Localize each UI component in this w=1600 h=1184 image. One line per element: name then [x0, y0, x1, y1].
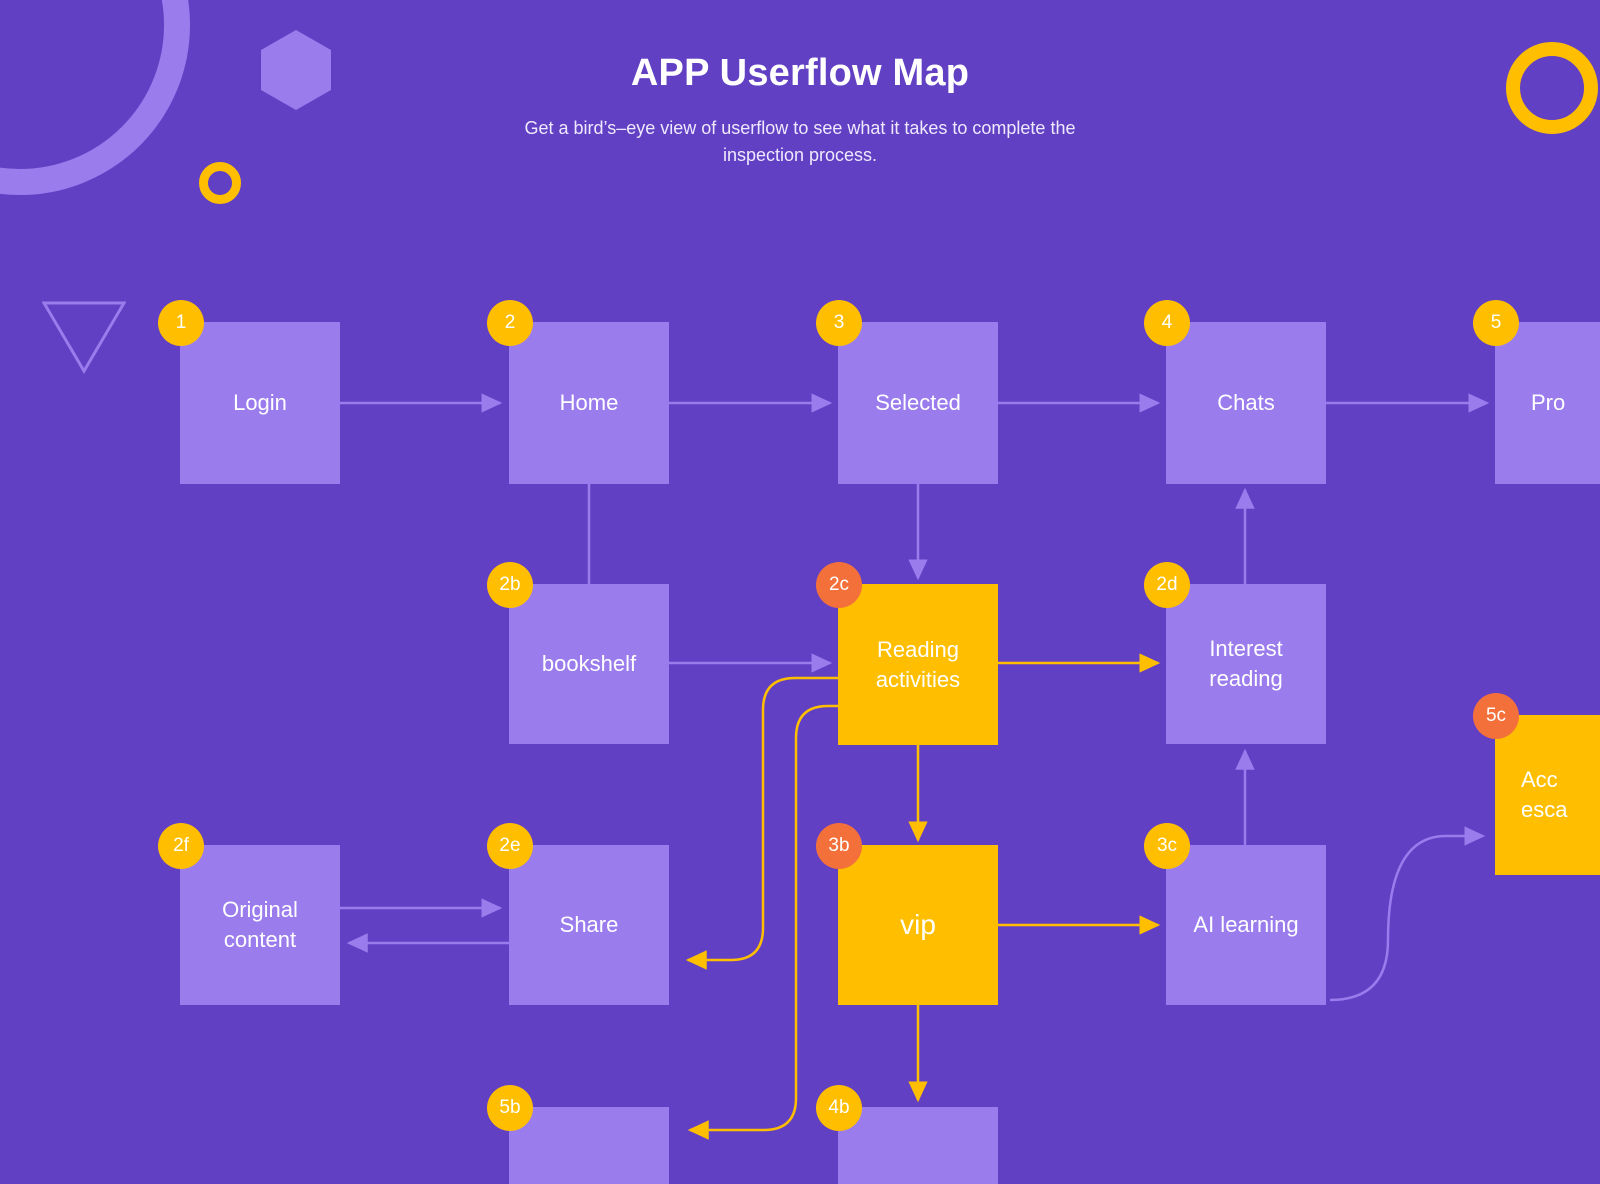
node-reading-label-line1: Reading — [877, 636, 959, 662]
node-account-label-line2: esca — [1521, 797, 1568, 822]
link-ailearning-account — [1329, 826, 1486, 1002]
badge-interest-reading[interactable]: 2d — [1144, 562, 1190, 608]
node-selected-label: Selected — [875, 390, 961, 416]
badge-bottom-mid[interactable]: 4b — [816, 1085, 862, 1131]
node-bottom-mid[interactable] — [838, 1107, 998, 1184]
node-bookshelf[interactable]: bookshelf — [509, 584, 669, 744]
node-chats-label: Chats — [1217, 390, 1275, 416]
badge-bookshelf[interactable]: 2b — [487, 562, 533, 608]
node-login-label: Login — [233, 390, 287, 416]
node-vip-label: vip — [900, 909, 936, 941]
connector-layer — [340, 393, 1490, 1140]
node-original-label-line2: content — [223, 927, 297, 952]
node-profile-label: Pro — [1531, 390, 1566, 416]
badge-ai-learning[interactable]: 3c — [1144, 823, 1190, 869]
node-share[interactable]: Share — [509, 845, 669, 1005]
node-home-label: Home — [559, 390, 619, 416]
node-bookshelf-label: bookshelf — [541, 651, 637, 677]
node-ai-learning[interactable]: AI learning — [1166, 845, 1326, 1005]
badge-account-escalation[interactable]: 5c — [1473, 693, 1519, 739]
badge-original-content[interactable]: 2f — [158, 823, 204, 869]
node-interest-reading[interactable]: Interest reading — [1166, 584, 1326, 744]
node-home[interactable]: Home — [509, 322, 669, 484]
node-interest-label-line2: reading — [1209, 666, 1283, 691]
node-original-label-line1: Original — [222, 897, 298, 923]
badge-bottom-left[interactable]: 5b — [487, 1085, 533, 1131]
node-reading-activities[interactable]: Reading activities — [838, 584, 998, 745]
node-bottom-left[interactable] — [509, 1107, 669, 1184]
node-chats[interactable]: Chats — [1166, 322, 1326, 484]
badge-login[interactable]: 1 — [158, 300, 204, 346]
badge-selected[interactable]: 3 — [816, 300, 862, 346]
node-account-escalation[interactable]: Acc esca — [1495, 715, 1600, 875]
badge-chats[interactable]: 4 — [1144, 300, 1190, 346]
userflow-map-canvas: APP Userflow Map Get a bird’s–eye view o… — [0, 0, 1600, 1184]
badge-share[interactable]: 2e — [487, 823, 533, 869]
node-selected[interactable]: Selected — [838, 322, 998, 484]
node-login[interactable]: Login — [180, 322, 340, 484]
node-profile[interactable]: Pro — [1495, 322, 1600, 484]
node-ailearning-label: AI learning — [1193, 912, 1299, 938]
badge-home[interactable]: 2 — [487, 300, 533, 346]
node-vip[interactable]: vip — [838, 845, 998, 1005]
node-reading-label-line2: activities — [875, 666, 961, 692]
node-share-label: Share — [559, 912, 619, 938]
badge-reading-activities[interactable]: 2c — [816, 562, 862, 608]
node-account-label-line1: Acc — [1521, 767, 1558, 793]
node-original-content[interactable]: Original content — [180, 845, 340, 1005]
node-interest-label-line1: Interest — [1209, 636, 1283, 662]
badge-profile[interactable]: 5 — [1473, 300, 1519, 346]
badge-vip[interactable]: 3b — [816, 823, 862, 869]
link-reading-share — [685, 676, 838, 970]
